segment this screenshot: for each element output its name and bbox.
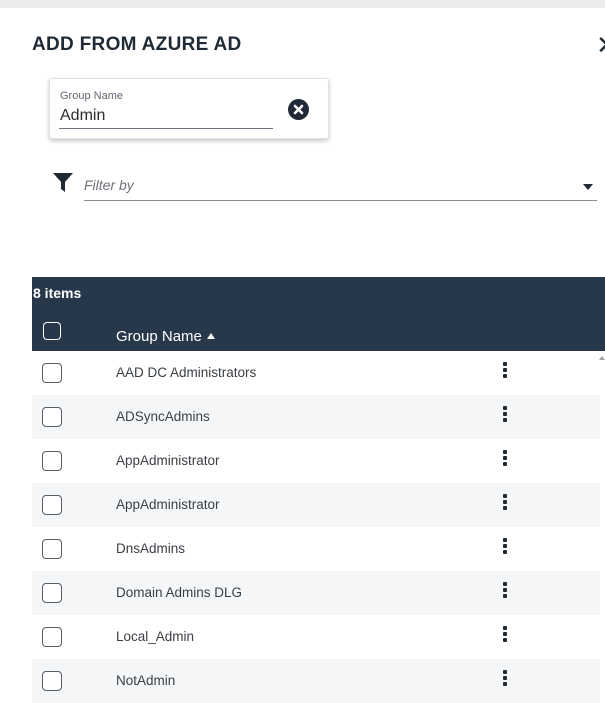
row-group-name: ADSyncAdmins	[116, 409, 210, 424]
scroll-up-arrow-icon[interactable]	[599, 356, 605, 360]
select-all-checkbox[interactable]	[43, 322, 61, 340]
dialog-title: ADD FROM AZURE AD	[32, 34, 242, 55]
row-more-menu-icon[interactable]	[499, 362, 511, 384]
row-checkbox[interactable]	[42, 451, 62, 471]
row-group-name: AppAdministrator	[116, 497, 220, 512]
funnel-icon	[53, 173, 73, 192]
chevron-down-icon	[583, 184, 593, 190]
row-more-menu-icon[interactable]	[499, 450, 511, 472]
row-more-menu-icon[interactable]	[499, 406, 511, 428]
dialog-top-strip	[0, 0, 605, 8]
filter-placeholder: Filter by	[84, 177, 134, 193]
group-name-input[interactable]	[59, 104, 273, 129]
table-row[interactable]: ADSyncAdmins	[32, 395, 600, 439]
row-more-menu-icon[interactable]	[499, 538, 511, 560]
table-row[interactable]: AAD DC Administrators	[32, 351, 600, 395]
row-group-name: Local_Admin	[116, 629, 195, 644]
group-name-search-card: Group Name	[49, 78, 329, 139]
sort-ascending-icon	[206, 333, 215, 339]
row-group-name: NotAdmin	[116, 673, 176, 688]
row-more-menu-icon[interactable]	[499, 626, 511, 648]
group-name-label: Group Name	[60, 90, 123, 102]
row-checkbox[interactable]	[42, 363, 62, 383]
column-header-label: Group Name	[116, 328, 202, 345]
table-row[interactable]: DnsAdmins	[32, 527, 600, 571]
row-checkbox[interactable]	[42, 671, 62, 691]
clear-circle-icon	[293, 104, 304, 115]
row-group-name: DnsAdmins	[116, 541, 186, 556]
row-checkbox[interactable]	[42, 495, 62, 515]
row-checkbox[interactable]	[42, 539, 62, 559]
close-icon[interactable]: ✕	[596, 32, 605, 58]
row-group-name: Domain Admins DLG	[116, 585, 243, 600]
row-checkbox[interactable]	[42, 583, 62, 603]
row-more-menu-icon[interactable]	[499, 670, 511, 692]
row-more-menu-icon[interactable]	[499, 582, 511, 604]
table-row[interactable]: AppAdministrator	[32, 483, 600, 527]
table-row[interactable]: AppAdministrator	[32, 439, 600, 483]
row-group-name: AAD DC Administrators	[116, 365, 257, 380]
column-header-group-name[interactable]: Group Name	[116, 328, 215, 345]
filter-by-dropdown[interactable]: Filter by	[84, 174, 597, 201]
row-group-name: AppAdministrator	[116, 453, 220, 468]
table-row[interactable]: Domain Admins DLG	[32, 571, 600, 615]
row-more-menu-icon[interactable]	[499, 494, 511, 516]
clear-search-button[interactable]	[288, 99, 309, 120]
table-row[interactable]: Local_Admin	[32, 615, 600, 659]
table-row[interactable]: NotAdmin	[32, 659, 600, 703]
row-checkbox[interactable]	[42, 407, 62, 427]
grid-header: 8 items Group Name	[32, 277, 605, 351]
grid-body: AAD DC Administrators ADSyncAdmins AppAd…	[32, 351, 600, 703]
items-count: 8 items	[33, 285, 82, 301]
row-checkbox[interactable]	[42, 627, 62, 647]
